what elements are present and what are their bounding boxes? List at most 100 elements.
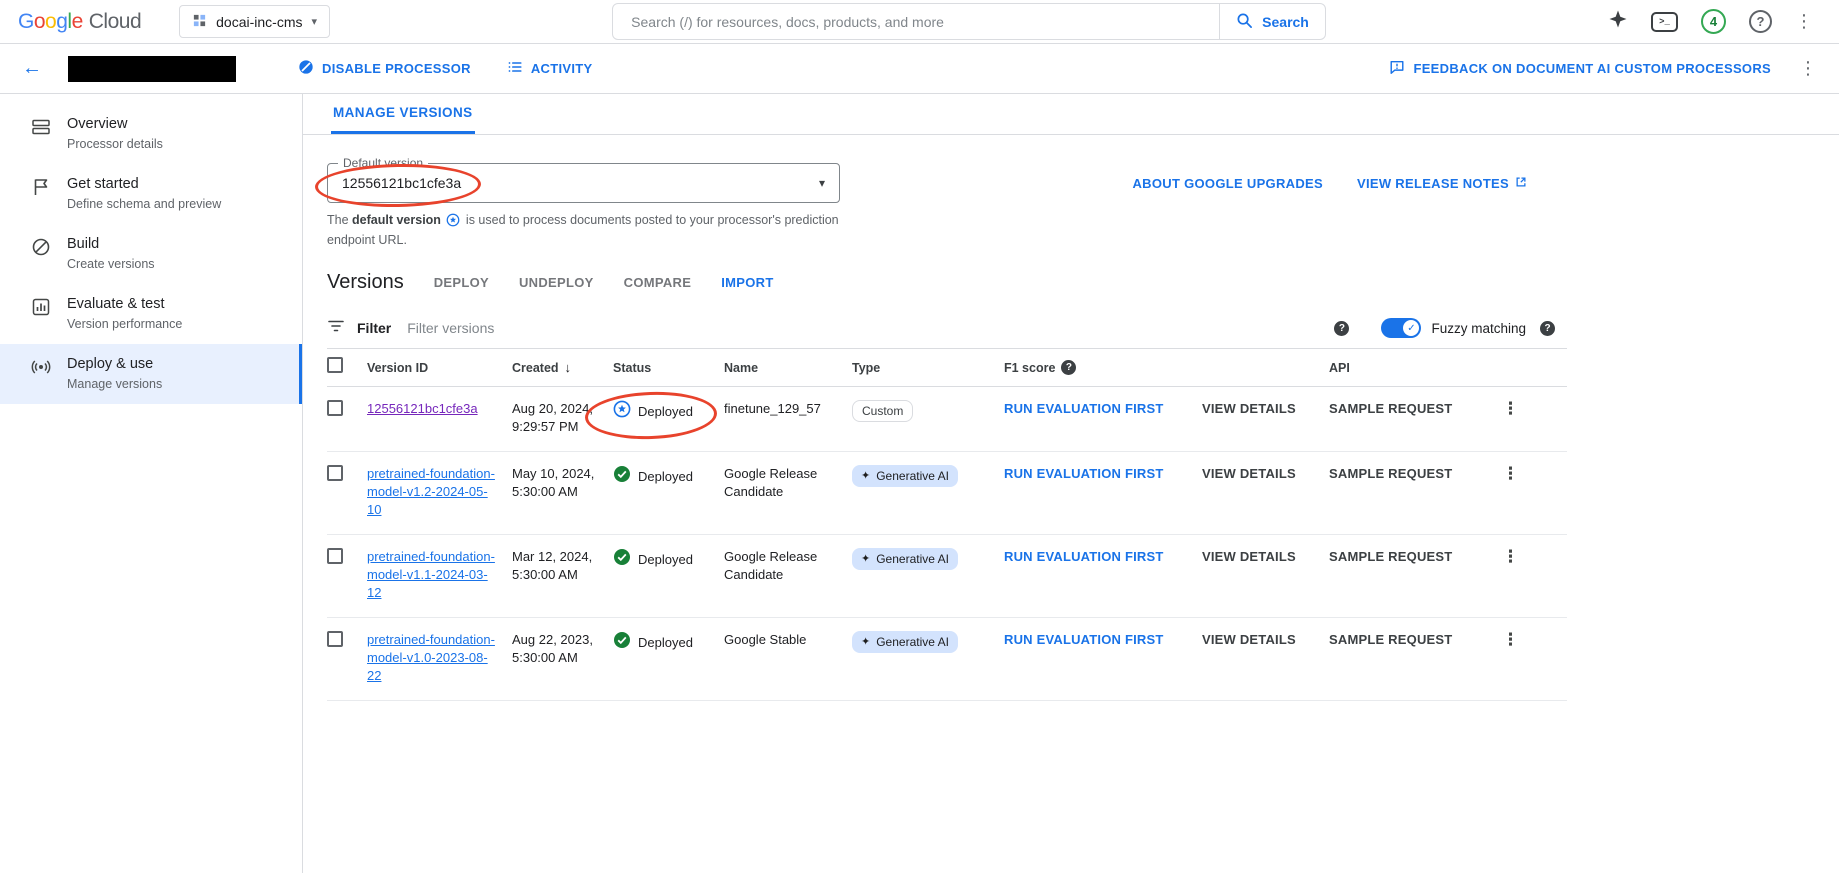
sidebar-item-title: Get started [67, 175, 221, 194]
sidebar-item-subtitle: Manage versions [67, 376, 162, 393]
row-menu-icon[interactable]: ⋮ [1492, 399, 1519, 418]
column-status: Status [613, 359, 724, 377]
run-evaluation-button[interactable]: RUN EVALUATION FIRST [1004, 632, 1164, 647]
select-all-checkbox[interactable] [327, 357, 343, 373]
google-cloud-logo: Google Cloud [18, 10, 141, 34]
table-row: pretrained-foundation-model-v1.1-2024-03… [327, 535, 1567, 618]
logo-letter: o [45, 10, 56, 34]
version-id-link[interactable]: pretrained-foundation-model-v1.0-2023-08… [367, 632, 495, 683]
name-cell: Google Release Candidate [724, 548, 852, 584]
row-checkbox[interactable] [327, 548, 343, 564]
search-button[interactable]: Search [1219, 3, 1326, 40]
type-chip: Custom [852, 400, 913, 422]
sidebar-item-overview[interactable]: Overview Processor details [0, 104, 302, 164]
overview-icon [30, 116, 52, 153]
undeploy-button[interactable]: UNDEPLOY [519, 275, 594, 290]
sparkle-icon: ✦ [861, 633, 870, 651]
sidebar-item-build[interactable]: Build Create versions [0, 224, 302, 284]
version-id-link[interactable]: pretrained-foundation-model-v1.2-2024-05… [367, 466, 495, 517]
deployed-check-icon [613, 548, 631, 571]
type-chip-label: Generative AI [876, 467, 949, 485]
versions-table: Version ID Created ↓ Status Name Type F1… [327, 348, 1567, 701]
project-selector[interactable]: docai-inc-cms ▾ [179, 5, 330, 38]
search-input[interactable] [612, 3, 1220, 40]
help-icon[interactable]: ? [1540, 321, 1555, 336]
sidebar-item-evaluate-test[interactable]: Evaluate & test Version performance [0, 284, 302, 344]
version-id-link[interactable]: 12556121bc1cfe3a [367, 401, 478, 416]
sample-request-button[interactable]: SAMPLE REQUEST [1329, 632, 1452, 647]
filter-input[interactable] [407, 320, 1334, 336]
type-chip: ✦ Generative AI [852, 465, 958, 487]
status-label: Deployed [638, 634, 693, 652]
notifications-badge[interactable]: 4 [1701, 9, 1726, 34]
type-chip: ✦ Generative AI [852, 631, 958, 653]
sidebar-item-deploy-use[interactable]: Deploy & use Manage versions [0, 344, 302, 404]
help-icon[interactable]: ? [1061, 360, 1076, 375]
row-checkbox[interactable] [327, 465, 343, 481]
external-link-icon [1515, 176, 1527, 191]
activity-button[interactable]: ACTIVITY [507, 59, 593, 78]
sidebar-item-title: Deploy & use [67, 355, 162, 374]
disable-processor-label: DISABLE PROCESSOR [322, 61, 471, 76]
view-details-button[interactable]: VIEW DETAILS [1202, 632, 1296, 647]
run-evaluation-button[interactable]: RUN EVALUATION FIRST [1004, 466, 1164, 481]
compare-button[interactable]: COMPARE [624, 275, 692, 290]
deploy-button[interactable]: DEPLOY [434, 275, 489, 290]
default-version-helper-text: The default version is used to process d… [327, 212, 872, 249]
view-release-notes-link[interactable]: VIEW RELEASE NOTES [1357, 176, 1527, 191]
run-evaluation-button[interactable]: RUN EVALUATION FIRST [1004, 401, 1164, 416]
view-details-button[interactable]: VIEW DETAILS [1202, 466, 1296, 481]
tab-manage-versions[interactable]: MANAGE VERSIONS [331, 94, 475, 134]
help-icon[interactable]: ? [1334, 321, 1349, 336]
version-id-link[interactable]: pretrained-foundation-model-v1.1-2024-03… [367, 549, 495, 600]
type-chip-label: Generative AI [876, 633, 949, 651]
row-menu-icon[interactable]: ⋮ [1492, 547, 1519, 566]
overflow-menu-icon[interactable]: ⋮ [1795, 11, 1813, 32]
view-details-button[interactable]: VIEW DETAILS [1202, 401, 1296, 416]
about-google-upgrades-link[interactable]: ABOUT GOOGLE UPGRADES [1132, 176, 1322, 191]
processor-overflow-icon[interactable]: ⋮ [1799, 58, 1817, 79]
column-version-id: Version ID [367, 359, 512, 377]
fuzzy-matching-toggle[interactable]: ✓ [1381, 318, 1421, 338]
back-arrow-icon[interactable]: ← [22, 57, 42, 80]
helper-text: The [327, 213, 349, 227]
sample-request-button[interactable]: SAMPLE REQUEST [1329, 466, 1452, 481]
sparkle-icon: ✦ [861, 467, 870, 485]
processor-header: ← DISABLE PROCESSOR ACTIVITY FEEDBACK ON… [0, 44, 1839, 94]
view-details-button[interactable]: VIEW DETAILS [1202, 549, 1296, 564]
row-menu-icon[interactable]: ⋮ [1492, 464, 1519, 483]
versions-toolbar: Versions DEPLOY UNDEPLOY COMPARE IMPORT [327, 271, 1567, 294]
help-icon[interactable]: ? [1749, 10, 1772, 33]
flag-icon [30, 176, 52, 213]
default-star-icon [613, 400, 631, 423]
row-checkbox[interactable] [327, 631, 343, 647]
sidebar-item-subtitle: Version performance [67, 316, 182, 333]
cloud-shell-icon[interactable]: >_ [1651, 12, 1678, 32]
tab-bar: MANAGE VERSIONS [303, 94, 1839, 135]
run-evaluation-button[interactable]: RUN EVALUATION FIRST [1004, 549, 1164, 564]
default-version-select[interactable]: Default version 12556121bc1cfe3a ▾ [327, 163, 840, 203]
activity-list-icon [507, 59, 523, 78]
disable-processor-button[interactable]: DISABLE PROCESSOR [298, 59, 471, 78]
sidebar-item-get-started[interactable]: Get started Define schema and preview [0, 164, 302, 224]
column-f1-score: F1 score ? [1004, 359, 1202, 377]
release-notes-label: VIEW RELEASE NOTES [1357, 176, 1509, 191]
import-button[interactable]: IMPORT [721, 275, 773, 290]
sample-request-button[interactable]: SAMPLE REQUEST [1329, 401, 1452, 416]
created-cell: Aug 20, 2024, 9:29:57 PM [512, 400, 613, 436]
sample-request-button[interactable]: SAMPLE REQUEST [1329, 549, 1452, 564]
name-cell: Google Release Candidate [724, 465, 852, 501]
sidebar-item-title: Overview [67, 115, 163, 134]
feedback-button[interactable]: FEEDBACK ON DOCUMENT AI CUSTOM PROCESSOR… [1389, 59, 1771, 78]
global-search: Search [612, 3, 1326, 40]
filter-icon [327, 317, 345, 340]
gemini-sparkle-icon[interactable] [1608, 9, 1628, 34]
row-checkbox[interactable] [327, 400, 343, 416]
row-menu-icon[interactable]: ⋮ [1492, 630, 1519, 649]
column-api: API [1329, 359, 1492, 377]
column-created-label: Created [512, 359, 559, 377]
versions-title: Versions [327, 271, 404, 294]
build-icon [30, 236, 52, 273]
column-created[interactable]: Created ↓ [512, 359, 613, 377]
sidebar: Overview Processor details Get started D… [0, 94, 303, 873]
